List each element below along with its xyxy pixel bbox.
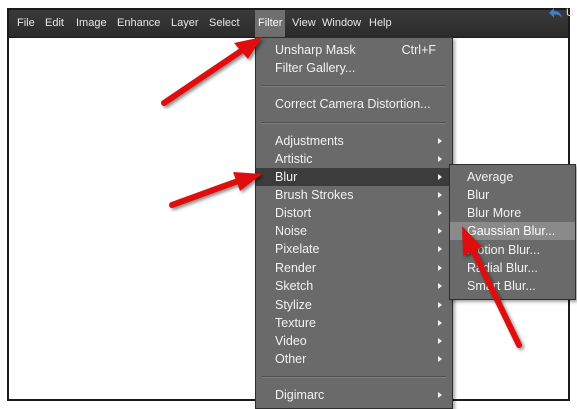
menu-item-other[interactable]: Other [256, 350, 452, 368]
menu-item-label: Sketch [275, 279, 314, 293]
blur-submenu: Average Blur Blur More Gaussian Blur... … [449, 164, 576, 300]
submenu-arrow-icon [438, 228, 442, 234]
menu-item-video[interactable]: Video [256, 332, 452, 350]
menu-item-filter-gallery[interactable]: Filter Gallery... [256, 59, 452, 77]
menu-layer[interactable]: Layer [171, 10, 199, 37]
submenu-arrow-icon [438, 392, 442, 398]
menu-enhance[interactable]: Enhance [117, 10, 160, 37]
menu-item-adjustments[interactable]: Adjustments [256, 132, 452, 150]
menu-item-artistic[interactable]: Artistic [256, 150, 452, 168]
shortcut-label: Ctrl+F [401, 43, 436, 57]
menu-item-motion-blur[interactable]: Motion Blur... [450, 241, 575, 259]
menu-separator [262, 376, 446, 378]
menu-item-label: Blur [275, 170, 298, 184]
submenu-arrow-icon [438, 246, 442, 252]
menu-item-label: Gaussian Blur... [467, 224, 556, 238]
menu-item-label: Pixelate [275, 242, 320, 256]
menu-item-label: Unsharp Mask [275, 43, 356, 57]
menu-item-digimarc[interactable]: Digimarc [256, 386, 452, 404]
menu-item-render[interactable]: Render [256, 259, 452, 277]
menu-bar: File Edit Image Enhance Layer Select Fil… [9, 10, 568, 38]
menu-view[interactable]: View [292, 10, 316, 37]
filter-menu: Unsharp Mask Ctrl+F Filter Gallery... Co… [255, 37, 453, 409]
menu-item-label: Smart Blur... [467, 279, 536, 293]
menu-item-label: Filter Gallery... [275, 61, 356, 75]
menu-help[interactable]: Help [369, 10, 392, 37]
menu-item-stylize[interactable]: Stylize [256, 296, 452, 314]
menu-item-label: Motion Blur... [467, 243, 540, 257]
menu-item-smart-blur[interactable]: Smart Blur... [450, 277, 575, 295]
menu-item-label: Stylize [275, 298, 312, 312]
submenu-arrow-icon [438, 302, 442, 308]
submenu-arrow-icon [438, 265, 442, 271]
menu-item-label: Brush Strokes [275, 188, 354, 202]
menu-image[interactable]: Image [76, 10, 107, 37]
submenu-arrow-icon [438, 210, 442, 216]
menu-item-pixelate[interactable]: Pixelate [256, 240, 452, 258]
toolbar-label: U [566, 7, 574, 19]
menu-item-blur-more[interactable]: Blur More [450, 204, 575, 222]
menu-item-average[interactable]: Average [450, 168, 575, 186]
submenu-arrow-icon [438, 356, 442, 362]
menu-file[interactable]: File [17, 10, 35, 37]
menu-item-blur[interactable]: Blur [256, 168, 452, 186]
menu-item-label: Digimarc [275, 388, 325, 402]
menu-item-texture[interactable]: Texture [256, 314, 452, 332]
menu-item-noise[interactable]: Noise [256, 222, 452, 240]
menu-item-correct-camera-distortion[interactable]: Correct Camera Distortion... [256, 95, 452, 113]
submenu-arrow-icon [438, 283, 442, 289]
submenu-arrow-icon [438, 192, 442, 198]
menu-item-label: Noise [275, 224, 307, 238]
menu-item-unsharp-mask[interactable]: Unsharp Mask Ctrl+F [256, 41, 452, 59]
menu-item-label: Radial Blur... [467, 261, 538, 275]
menu-item-label: Artistic [275, 152, 313, 166]
menu-edit[interactable]: Edit [45, 10, 64, 37]
menu-item-brush-strokes[interactable]: Brush Strokes [256, 186, 452, 204]
submenu-arrow-icon [438, 138, 442, 144]
submenu-arrow-icon [438, 338, 442, 344]
menu-item-label: Render [275, 261, 316, 275]
window-border [9, 399, 255, 401]
menu-separator [262, 122, 446, 124]
menu-item-radial-blur[interactable]: Radial Blur... [450, 259, 575, 277]
menu-item-label: Video [275, 334, 307, 348]
submenu-arrow-icon [438, 156, 442, 162]
menu-separator [262, 85, 446, 87]
menu-item-label: Blur More [467, 206, 522, 220]
menu-item-label: Average [467, 170, 514, 184]
menu-item-blur-simple[interactable]: Blur [450, 186, 575, 204]
undo-icon[interactable] [547, 7, 563, 19]
menu-select[interactable]: Select [209, 10, 240, 37]
menu-item-label: Distort [275, 206, 312, 220]
menu-item-label: Blur [467, 188, 490, 202]
menu-item-gaussian-blur[interactable]: Gaussian Blur... [450, 222, 575, 240]
submenu-arrow-icon [438, 174, 442, 180]
menu-item-distort[interactable]: Distort [256, 204, 452, 222]
menu-item-label: Other [275, 352, 307, 366]
menu-item-sketch[interactable]: Sketch [256, 277, 452, 295]
menu-item-label: Adjustments [275, 134, 344, 148]
menu-item-label: Correct Camera Distortion... [275, 97, 431, 111]
menu-window[interactable]: Window [322, 10, 361, 37]
menu-item-label: Texture [275, 316, 316, 330]
menu-filter[interactable]: Filter [255, 10, 286, 37]
submenu-arrow-icon [438, 320, 442, 326]
